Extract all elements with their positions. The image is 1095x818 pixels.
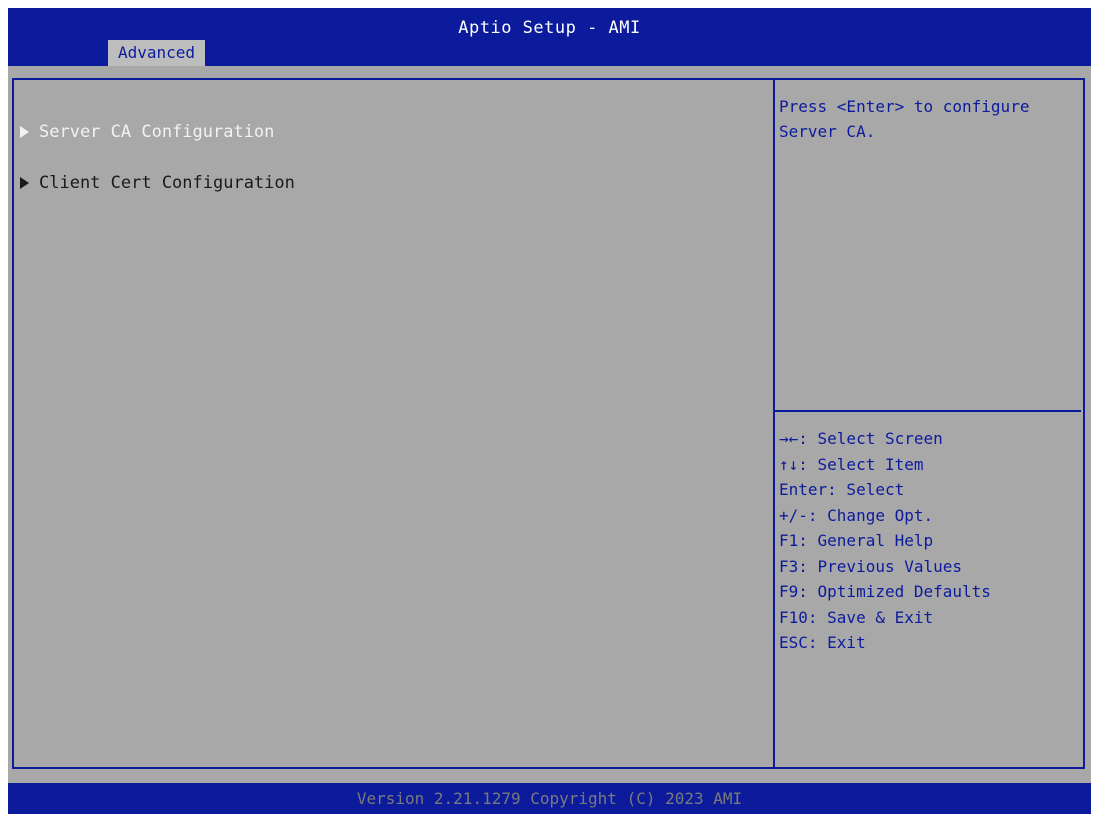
bios-screen: Aptio Setup - AMI Advanced Server CA Con… <box>8 8 1091 814</box>
main-frame: Server CA Configuration Client Cert Conf… <box>12 78 1085 769</box>
help-divider <box>775 410 1081 412</box>
menu-item-label: Server CA Configuration <box>39 122 275 142</box>
header-separator <box>8 66 1091 78</box>
key-hint-save-exit: F10: Save & Exit <box>779 607 934 627</box>
menu-item-label: Client Cert Configuration <box>39 173 295 193</box>
submenu-arrow-icon <box>20 126 29 138</box>
menu-item-client-cert-configuration[interactable]: Client Cert Configuration <box>20 171 295 195</box>
key-hint-enter: Enter: Select <box>779 480 905 499</box>
item-help-text: Press <Enter> to configure Server CA. <box>779 97 1030 141</box>
key-hint-select-item: ↑↓: Select Item <box>779 454 924 474</box>
key-hint-optimized-defaults: F9: Optimized Defaults <box>779 582 991 601</box>
key-hint-previous-values: F3: Previous Values <box>779 556 963 576</box>
menu-pane: Server CA Configuration Client Cert Conf… <box>14 80 773 767</box>
version-text: Version 2.21.1279 Copyright (C) 2023 AMI <box>356 789 743 808</box>
footer-bar: Version 2.21.1279 Copyright (C) 2023 AMI <box>8 783 1091 814</box>
app-title: Aptio Setup - AMI <box>458 18 641 38</box>
title-bar: Aptio Setup - AMI Advanced <box>8 8 1091 66</box>
help-pane: Press <Enter> to configure Server CA. →←… <box>773 80 1083 767</box>
tab-advanced[interactable]: Advanced <box>108 40 206 66</box>
key-legend: →←: Select Screen ↑↓: Select Item Enter:… <box>779 426 991 656</box>
key-hint-general-help: F1: General Help <box>779 531 934 550</box>
key-hint-change-opt: +/-: Change Opt. <box>779 505 934 525</box>
key-hint-select-screen: →←: Select Screen <box>779 429 943 448</box>
submenu-arrow-icon <box>20 177 29 189</box>
key-hint-exit: ESC: Exit <box>779 633 866 652</box>
menu-item-server-ca-configuration[interactable]: Server CA Configuration <box>20 120 274 144</box>
